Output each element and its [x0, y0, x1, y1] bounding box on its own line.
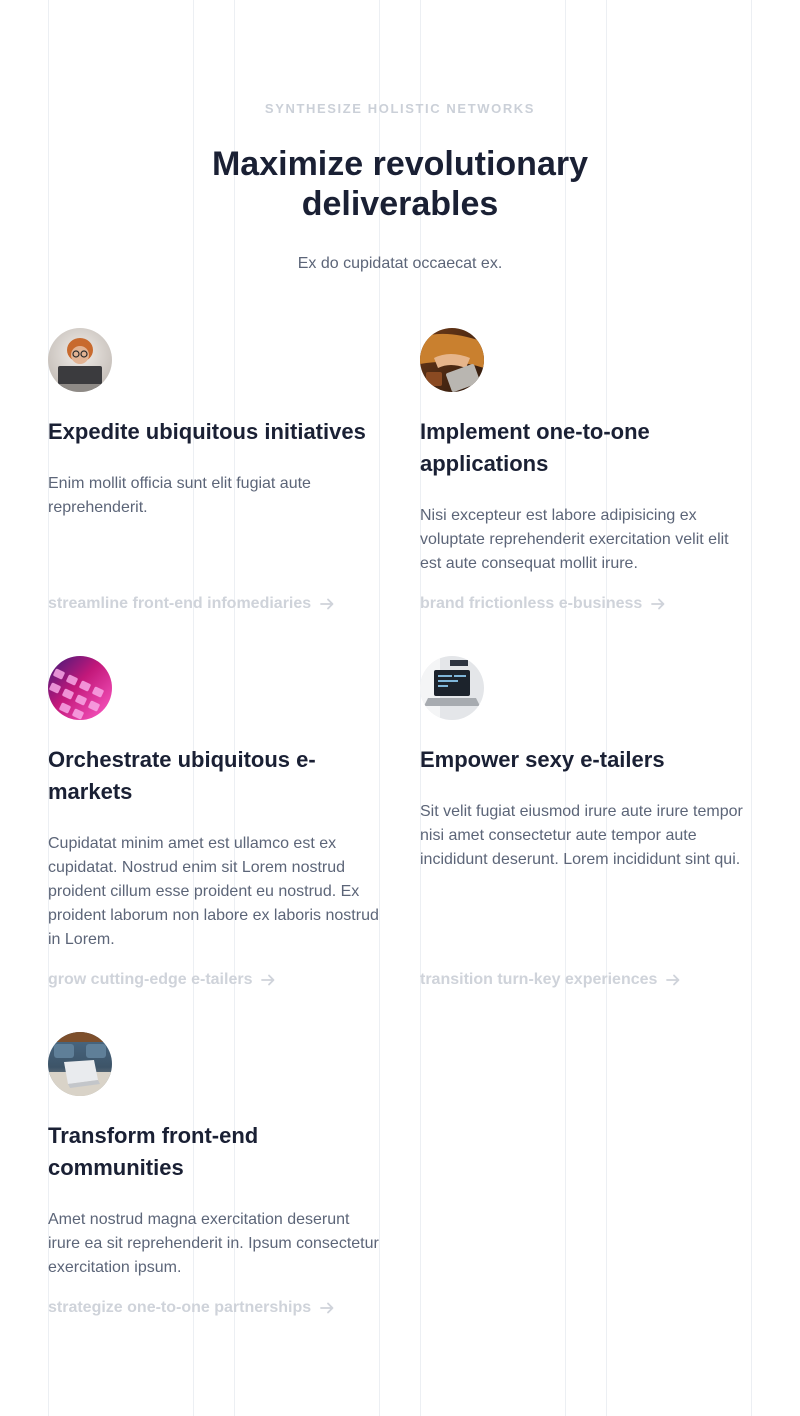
feature-link[interactable]: strategize one-to-one partnerships: [48, 1298, 335, 1318]
person-with-laptop-image: [48, 328, 112, 392]
arrow-right-icon: [651, 598, 665, 610]
arrow-right-icon: [666, 974, 680, 986]
feature-link-label: strategize one-to-one partnerships: [48, 1299, 312, 1316]
section-title: Maximize revolutionary deliverables: [211, 145, 588, 223]
feature-description: Sit velit fugiat eiusmod irure aute irur…: [420, 803, 743, 868]
colorful-keyboard-image: [48, 656, 112, 720]
arrow-right-icon: [320, 1302, 334, 1314]
feature-link[interactable]: streamline front-end infomediaries: [48, 594, 335, 614]
feature-link-label: grow cutting-edge e-tailers: [48, 971, 253, 988]
feature-title: Expedite ubiquitous initiatives: [48, 419, 366, 444]
section-eyebrow: SYNTHESIZE HOLISTIC NETWORKS: [264, 101, 536, 116]
feature-link-label: brand frictionless e-business: [420, 595, 643, 612]
feature-title: Implement one-to-one applications: [420, 419, 650, 476]
hands-typing-laptop-image: [420, 328, 484, 392]
feature-link[interactable]: transition turn-key experiences: [420, 970, 681, 990]
feature-link-label: streamline front-end infomediaries: [48, 595, 312, 612]
feature-description: Enim mollit officia sunt elit fugiat aut…: [48, 475, 311, 516]
feature-description: Amet nostrud magna exercitation deserunt…: [48, 1211, 379, 1276]
laptop-on-desk-image: [48, 1032, 112, 1096]
arrow-right-icon: [261, 974, 275, 986]
arrow-right-icon: [320, 598, 334, 610]
feature-description: Nisi excepteur est labore adipisicing ex…: [420, 507, 729, 572]
section-subtitle: Ex do cupidatat occaecat ex.: [297, 255, 503, 272]
feature-title: Transform front-end communities: [48, 1123, 259, 1180]
section-header: SYNTHESIZE HOLISTIC NETWORKS Maximize re…: [0, 100, 800, 274]
laptop-workspace-image: [420, 656, 484, 720]
feature-title: Empower sexy e-tailers: [420, 747, 665, 772]
feature-link[interactable]: brand frictionless e-business: [420, 594, 666, 614]
feature-link[interactable]: grow cutting-edge e-tailers: [48, 970, 276, 990]
feature-description: Cupidatat minim amet est ullamco est ex …: [48, 835, 379, 948]
feature-link-label: transition turn-key experiences: [420, 971, 658, 988]
feature-title: Orchestrate ubiquitous e-markets: [48, 747, 316, 804]
features-page: SYNTHESIZE HOLISTIC NETWORKS Maximize re…: [0, 0, 800, 1416]
